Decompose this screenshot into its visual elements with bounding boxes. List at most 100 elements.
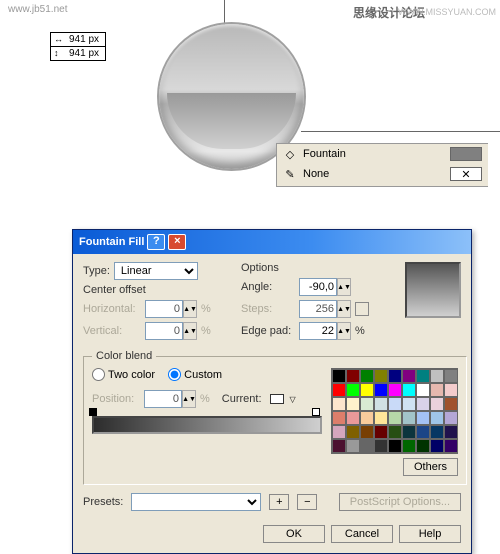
edgepad-label: Edge pad: (241, 325, 295, 337)
palette-swatch[interactable] (374, 397, 388, 411)
custom-radio[interactable]: Custom (168, 368, 222, 381)
fill-status-panel: ◇ Fountain ✎ None ✕ (276, 143, 488, 187)
steps-input (299, 300, 337, 318)
palette-swatch[interactable] (388, 383, 402, 397)
palette-swatch[interactable] (346, 397, 360, 411)
edgepad-stepper[interactable]: ▲▼ (337, 322, 351, 340)
palette-swatch[interactable] (402, 439, 416, 453)
type-select[interactable]: Linear (114, 262, 198, 280)
palette-swatch[interactable] (416, 397, 430, 411)
cancel-button[interactable]: Cancel (331, 525, 393, 543)
options-label: Options (241, 262, 395, 274)
gradient-marker-end[interactable] (312, 408, 320, 416)
palette-swatch[interactable] (346, 439, 360, 453)
palette-swatch[interactable] (402, 369, 416, 383)
palette-swatch[interactable] (374, 369, 388, 383)
palette-swatch[interactable] (416, 411, 430, 425)
palette-swatch[interactable] (388, 411, 402, 425)
preset-add-button[interactable]: + (269, 494, 289, 510)
gradient-bar[interactable] (92, 416, 322, 434)
angle-label: Angle: (241, 281, 295, 293)
presets-label: Presets: (83, 496, 123, 508)
vertical-stepper: ▲▼ (183, 322, 197, 340)
palette-swatch[interactable] (444, 411, 458, 425)
palette-swatch[interactable] (444, 397, 458, 411)
current-color-swatch[interactable] (270, 394, 284, 404)
palette-swatch[interactable] (416, 383, 430, 397)
pen-outline-icon: ✎ (283, 167, 297, 181)
palette-swatch[interactable] (444, 369, 458, 383)
angle-stepper[interactable]: ▲▼ (337, 278, 351, 296)
palette-swatch[interactable] (360, 383, 374, 397)
palette-swatch[interactable] (346, 425, 360, 439)
palette-swatch[interactable] (388, 369, 402, 383)
palette-swatch[interactable] (388, 439, 402, 453)
palette-swatch[interactable] (332, 411, 346, 425)
outline-none-swatch[interactable]: ✕ (450, 167, 482, 181)
palette-swatch[interactable] (332, 397, 346, 411)
palette-swatch[interactable] (346, 369, 360, 383)
palette-swatch[interactable] (430, 383, 444, 397)
edgepad-input[interactable] (299, 322, 337, 340)
watermark-right: WWW.MISSYUAN.COM (398, 7, 496, 17)
palette-swatch[interactable] (402, 383, 416, 397)
palette-swatch[interactable] (360, 411, 374, 425)
palette-swatch[interactable] (374, 425, 388, 439)
dropdown-icon[interactable]: ▽ (290, 395, 296, 404)
palette-swatch[interactable] (360, 397, 374, 411)
palette-swatch[interactable] (346, 411, 360, 425)
horizontal-label: Horizontal: (83, 303, 141, 315)
help-button[interactable]: Help (399, 525, 461, 543)
palette-swatch[interactable] (430, 439, 444, 453)
fountain-fill-dialog: Fountain Fill ? × Type: Linear Center of… (72, 229, 472, 554)
palette-swatch[interactable] (388, 425, 402, 439)
angle-input[interactable] (299, 278, 337, 296)
palette-swatch[interactable] (332, 425, 346, 439)
twocolor-radio[interactable]: Two color (92, 368, 155, 381)
horizontal-pct: % (201, 303, 211, 315)
fill-type-label: Fountain (303, 148, 346, 160)
palette-swatch[interactable] (444, 383, 458, 397)
vertical-label: Vertical: (83, 325, 141, 337)
palette-swatch[interactable] (346, 383, 360, 397)
palette-swatch[interactable] (374, 411, 388, 425)
fill-color-swatch[interactable] (450, 147, 482, 161)
palette-swatch[interactable] (374, 383, 388, 397)
others-button[interactable]: Others (403, 458, 458, 476)
palette-swatch[interactable] (430, 411, 444, 425)
color-blend-legend: Color blend (92, 350, 156, 362)
palette-swatch[interactable] (402, 411, 416, 425)
palette-swatch[interactable] (360, 369, 374, 383)
palette-swatch[interactable] (402, 397, 416, 411)
palette-swatch[interactable] (332, 439, 346, 453)
palette-swatch[interactable] (416, 425, 430, 439)
ok-button[interactable]: OK (263, 525, 325, 543)
palette-swatch[interactable] (402, 425, 416, 439)
preset-remove-button[interactable]: − (297, 494, 317, 510)
horizontal-input (145, 300, 183, 318)
palette-swatch[interactable] (332, 369, 346, 383)
position-label: Position: (92, 393, 140, 405)
palette-swatch[interactable] (430, 397, 444, 411)
palette-swatch[interactable] (430, 369, 444, 383)
close-button[interactable]: × (168, 234, 186, 250)
type-label: Type: (83, 265, 110, 277)
palette-swatch[interactable] (360, 425, 374, 439)
palette-swatch[interactable] (374, 439, 388, 453)
presets-select[interactable] (131, 493, 261, 511)
palette-swatch[interactable] (388, 397, 402, 411)
palette-swatch[interactable] (416, 439, 430, 453)
color-palette[interactable] (331, 368, 458, 454)
help-titlebar-button[interactable]: ? (147, 234, 165, 250)
palette-swatch[interactable] (444, 439, 458, 453)
dialog-titlebar[interactable]: Fountain Fill ? × (73, 230, 471, 254)
palette-swatch[interactable] (444, 425, 458, 439)
vertical-pct: % (201, 325, 211, 337)
dialog-title: Fountain Fill (79, 236, 144, 248)
palette-swatch[interactable] (416, 369, 430, 383)
palette-swatch[interactable] (332, 383, 346, 397)
gradient-marker-start[interactable] (89, 408, 97, 416)
steps-lock-icon[interactable] (355, 302, 369, 316)
palette-swatch[interactable] (430, 425, 444, 439)
palette-swatch[interactable] (360, 439, 374, 453)
